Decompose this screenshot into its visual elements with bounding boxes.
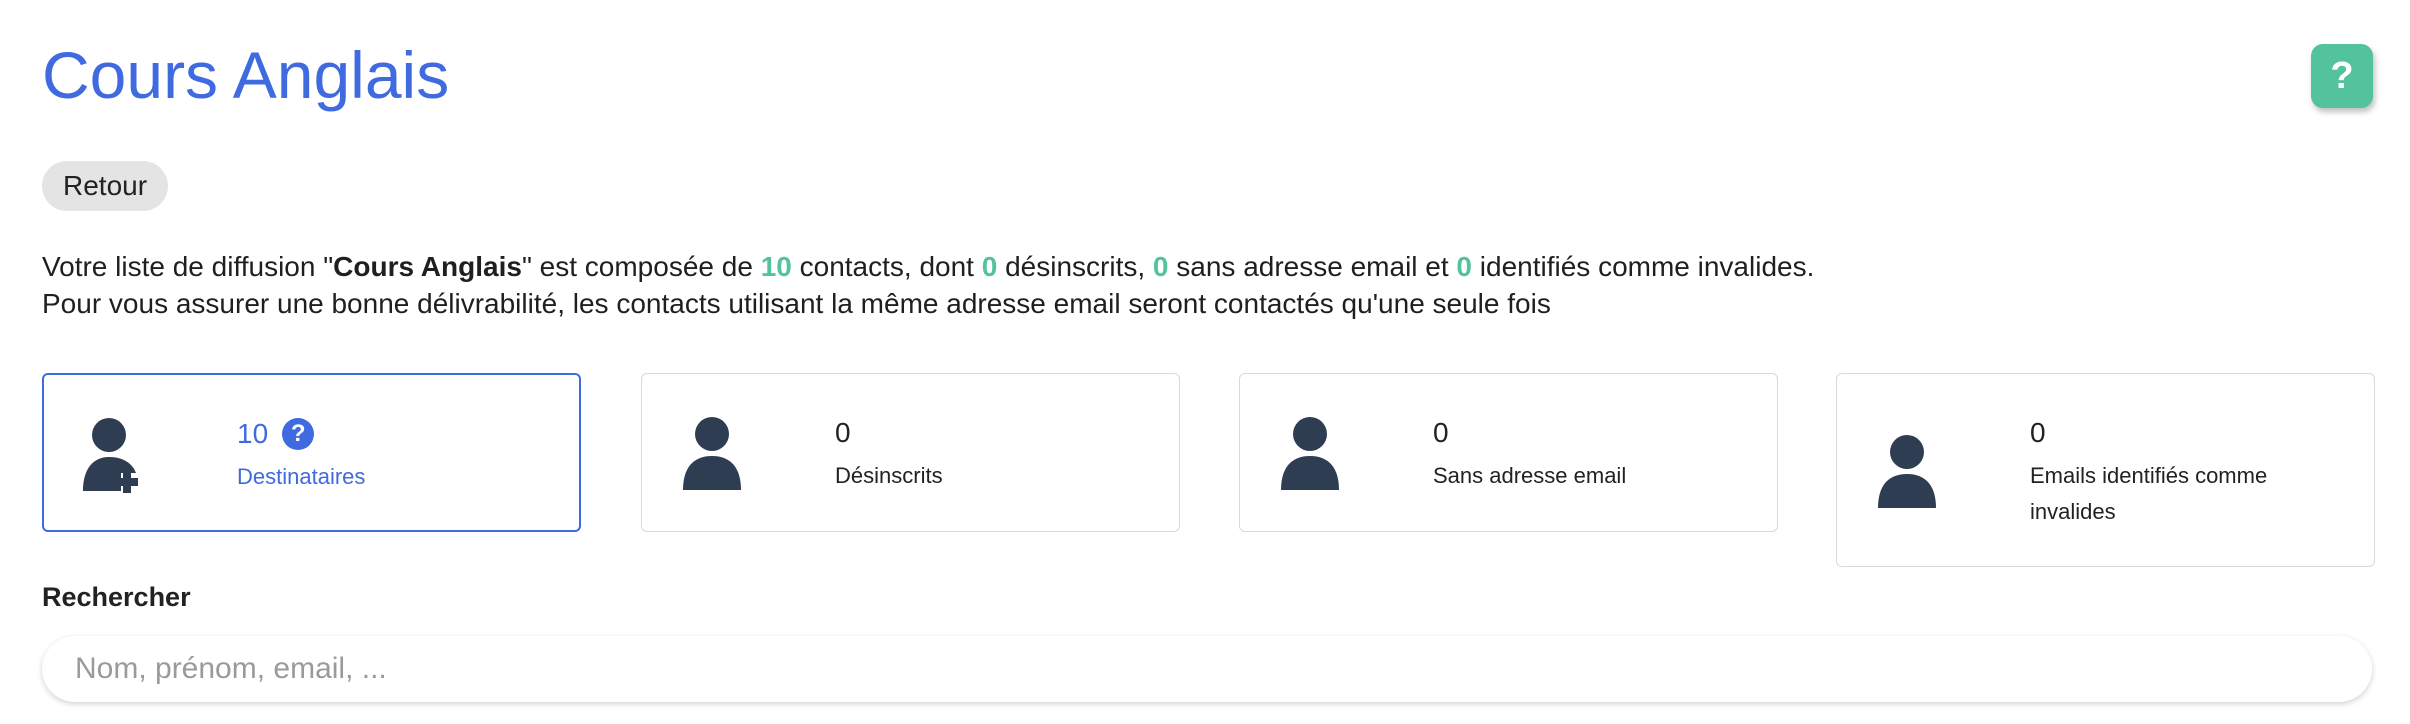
user-icon — [683, 417, 741, 490]
stat-card-recipients[interactable]: 10 ? Destinataires — [42, 373, 581, 532]
search-input[interactable] — [42, 636, 2372, 702]
summary-line-1: Votre liste de diffusion "Cours Anglais"… — [42, 251, 1815, 282]
page-title: Cours Anglais — [42, 38, 450, 112]
stat-count: 0 — [835, 417, 851, 448]
help-button[interactable]: ? — [2311, 44, 2373, 108]
stat-label: Destinataires — [237, 464, 366, 489]
stat-label: Désinscrits — [835, 463, 943, 488]
invalid-count: 0 — [1456, 251, 1472, 282]
back-button[interactable]: Retour — [42, 161, 169, 211]
list-name: Cours Anglais — [333, 251, 522, 282]
stat-card-unsubscribed[interactable]: 0 Désinscrits — [641, 373, 1180, 532]
list-summary: Votre liste de diffusion "Cours Anglais"… — [42, 248, 1814, 322]
stat-card-invalid[interactable]: 0 Emails identifiés comme invalides — [1836, 373, 2375, 567]
user-icon — [1281, 417, 1339, 490]
contacts-count: 10 — [760, 251, 792, 282]
no-email-count: 0 — [1152, 251, 1169, 282]
stat-count: 0 — [1433, 417, 1449, 448]
unsubscribed-count: 0 — [981, 251, 998, 282]
user-icon — [1878, 435, 1936, 508]
stat-label: Emails identifiés comme invalides — [2030, 463, 2268, 524]
question-mark-icon: ? — [2330, 54, 2354, 97]
stat-label: Sans adresse email — [1433, 463, 1627, 488]
user-add-icon — [83, 418, 138, 493]
summary-line-2: Pour vous assurer une bonne délivrabilit… — [42, 288, 1551, 319]
stat-card-no-email[interactable]: 0 Sans adresse email — [1239, 373, 1778, 532]
info-icon[interactable]: ? — [282, 418, 315, 450]
stat-count: 0 — [2030, 417, 2046, 448]
stat-count: 10 — [237, 418, 269, 449]
search-label: Rechercher — [42, 582, 191, 612]
